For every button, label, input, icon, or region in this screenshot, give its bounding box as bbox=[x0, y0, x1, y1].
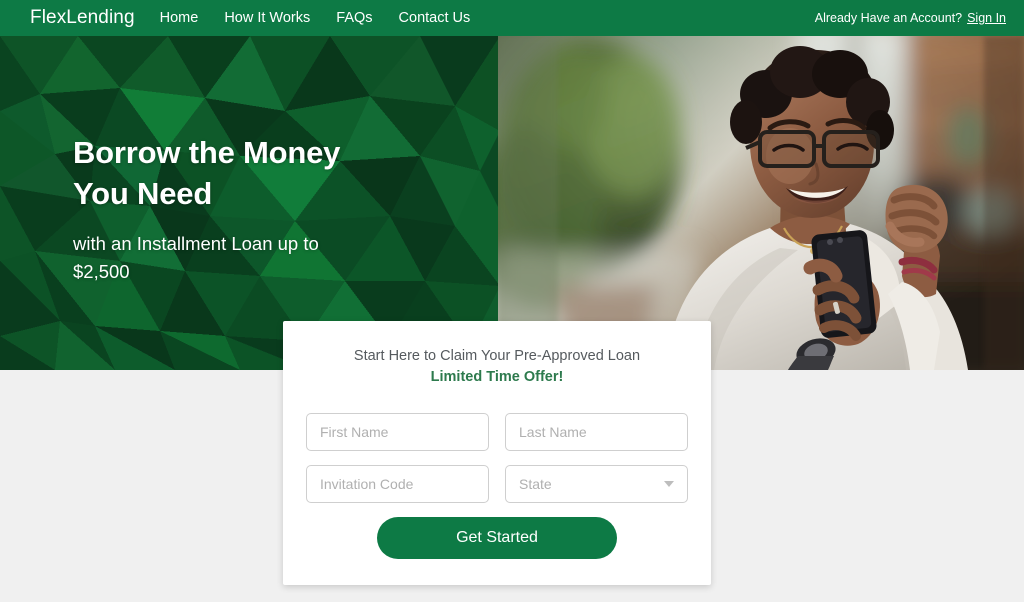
sign-in-link[interactable]: Sign In bbox=[967, 11, 1006, 25]
hero-subtitle-line-2: $2,500 bbox=[73, 261, 130, 282]
lead-capture-card: Start Here to Claim Your Pre-Approved Lo… bbox=[283, 321, 711, 585]
hero-subtitle: with an Installment Loan up to $2,500 bbox=[73, 230, 473, 286]
nav-link-contact-us[interactable]: Contact Us bbox=[399, 10, 471, 26]
hero-title-line-1: Borrow the Money bbox=[73, 135, 341, 170]
account-prompt-text: Already Have an Account? bbox=[814, 11, 963, 25]
nav-link-home[interactable]: Home bbox=[160, 10, 199, 26]
hero-subtitle-line-1: with an Installment Loan up to bbox=[73, 233, 319, 254]
hero-title-line-2: You Need bbox=[73, 176, 213, 211]
nav-link-how-it-works[interactable]: How It Works bbox=[224, 10, 310, 26]
first-name-input[interactable] bbox=[306, 413, 489, 451]
hero-section: Borrow the Money You Need with an Instal… bbox=[0, 36, 1024, 370]
nav-links: Home How It Works FAQs Contact Us bbox=[160, 10, 471, 26]
card-subheading-offer: Limited Time Offer! bbox=[430, 369, 564, 385]
first-name-field-wrap bbox=[306, 413, 489, 451]
last-name-field-wrap bbox=[505, 413, 688, 451]
hero-copy: Borrow the Money You Need with an Instal… bbox=[73, 132, 473, 286]
nav-link-faqs[interactable]: FAQs bbox=[336, 10, 372, 26]
lead-form: Get Started bbox=[283, 413, 711, 559]
last-name-input[interactable] bbox=[505, 413, 688, 451]
form-row-name bbox=[306, 413, 688, 451]
brand-logo[interactable]: FlexLending bbox=[30, 7, 135, 29]
hero-photo bbox=[498, 36, 1024, 370]
woman-with-phone-photo-icon bbox=[498, 36, 1024, 370]
submit-row: Get Started bbox=[306, 517, 688, 559]
form-row-code-state bbox=[306, 465, 688, 503]
get-started-button[interactable]: Get Started bbox=[377, 517, 617, 559]
invitation-code-field-wrap bbox=[306, 465, 489, 503]
account-area: Already Have an Account? Sign In bbox=[815, 11, 1006, 25]
state-select[interactable] bbox=[505, 465, 688, 503]
state-select-wrap bbox=[505, 465, 688, 503]
hero-title: Borrow the Money You Need bbox=[73, 132, 473, 214]
top-navigation-bar: FlexLending Home How It Works FAQs Conta… bbox=[0, 0, 1024, 36]
landing-page: FlexLending Home How It Works FAQs Conta… bbox=[0, 0, 1024, 602]
invitation-code-input[interactable] bbox=[306, 465, 489, 503]
card-heading: Start Here to Claim Your Pre-Approved Lo… bbox=[353, 348, 641, 364]
